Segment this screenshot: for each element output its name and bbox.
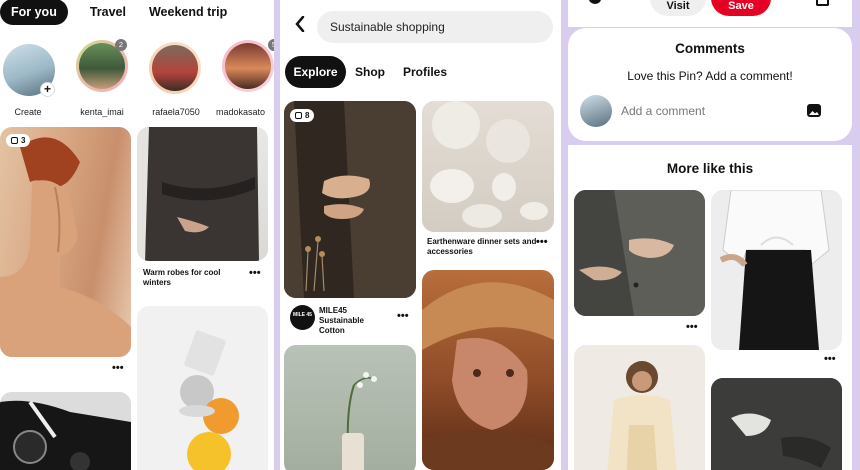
more-options-icon[interactable]: ••• [686, 321, 698, 333]
robe-illustration [137, 127, 259, 261]
pin-count: 8 [305, 111, 310, 120]
more-options-icon[interactable]: ••• [536, 236, 548, 248]
pin-sustainable-coat[interactable]: 8 [284, 101, 416, 298]
vase-illustration [342, 372, 377, 470]
more-options-icon[interactable]: ••• [112, 362, 124, 374]
plus-icon[interactable]: + [40, 82, 55, 97]
brand-logo: MILE 45 [290, 305, 315, 330]
avatar [580, 95, 612, 127]
board-tabs: For you Travel Weekend trip [0, 0, 227, 25]
tab-weekend-trip[interactable]: Weekend trip [149, 5, 227, 19]
avatar [225, 43, 271, 89]
tab-shop[interactable]: Shop [355, 56, 385, 88]
sculpture-illustration [179, 330, 239, 470]
more-like-this-title: More like this [666, 161, 754, 176]
tab-profiles[interactable]: Profiles [403, 56, 447, 88]
comments-title: Comments [675, 41, 745, 56]
image-upload-icon[interactable] [807, 104, 821, 117]
kitchen-illustration [0, 392, 131, 470]
more-like-this-section: More like this ••• ••• [568, 146, 852, 470]
pin-white-shirt[interactable] [711, 190, 842, 350]
top-bar [568, 0, 852, 30]
portrait-illustration [0, 137, 131, 357]
coat-illustration [284, 101, 416, 298]
board-avatar-madokasato[interactable]: 5 [222, 39, 274, 92]
stack-icon [295, 112, 302, 119]
search-input[interactable]: Sustainable shopping [317, 11, 553, 43]
share-icon[interactable] [816, 0, 829, 6]
pin-woman-hat[interactable] [422, 270, 554, 470]
avatar [152, 45, 198, 91]
ceramics-illustration [430, 101, 548, 228]
pin-dark-coat[interactable] [711, 378, 842, 470]
avatar-label: Create [14, 107, 42, 117]
tab-explore[interactable]: Explore [285, 56, 346, 88]
jacket-illustration [574, 190, 705, 316]
pin-caption: Earthenware dinner sets and accessories [427, 237, 537, 256]
board-avatar-rafaela[interactable] [149, 42, 201, 94]
more-options-icon[interactable]: ••• [397, 310, 409, 322]
count-badge: 5 [268, 39, 274, 51]
home-feed-screen: For you Travel Weekend trip + Create 2 k… [0, 0, 274, 470]
pin-balanced-sculpture[interactable] [137, 306, 268, 470]
mountain-glyph [809, 111, 819, 115]
pin-dark-kitchen[interactable] [0, 392, 131, 470]
tab-for-you[interactable]: For you [0, 0, 68, 25]
woman-hat-illustration [422, 282, 554, 470]
more-options-icon[interactable]: ••• [824, 353, 836, 365]
pin-count-badge: 8 [290, 109, 315, 122]
avatar-label: madokasato [216, 107, 266, 117]
back-arrow-icon[interactable] [294, 15, 306, 37]
pin-warm-robes[interactable] [137, 127, 268, 261]
search-results-screen: Sustainable shopping Explore Shop Profil… [280, 0, 561, 470]
pin-count-badge: 3 [6, 134, 31, 147]
brand-name[interactable]: MILE45 Sustainable Cotton [319, 306, 389, 336]
shirt-illustration [719, 190, 830, 350]
tab-travel[interactable]: Travel [90, 5, 126, 19]
comment-input[interactable]: Add a comment [621, 104, 705, 118]
pin-cream-outfit[interactable] [574, 345, 705, 470]
more-options-icon[interactable]: ••• [249, 267, 261, 279]
pin-grey-jacket[interactable] [574, 190, 705, 316]
dark-coat-illustration [711, 378, 842, 470]
pin-count: 3 [21, 136, 26, 145]
count-badge: 2 [115, 39, 127, 51]
cream-outfit-illustration [607, 361, 677, 470]
chevron-left-icon [295, 15, 305, 33]
pin-earthenware[interactable] [422, 101, 554, 232]
comments-sheet: Comments Love this Pin? Add a comment! A… [568, 28, 852, 141]
pin-detail-screen: Visit Save Comments Love this Pin? Add a… [568, 0, 852, 470]
pin-vase-flowers[interactable] [284, 345, 416, 470]
comments-prompt: Love this Pin? Add a comment! [627, 69, 793, 83]
avatar-label: kenta_imai [80, 107, 124, 117]
pin-caption: Warm robes for cool winters [143, 268, 221, 287]
avatar-label: rafaela7050 [152, 107, 200, 117]
pin-woman-portrait[interactable]: 3 [0, 127, 131, 357]
stack-icon [11, 137, 18, 144]
create-board-avatar[interactable]: + [3, 44, 55, 97]
board-avatar-kenta[interactable]: 2 [76, 39, 128, 92]
